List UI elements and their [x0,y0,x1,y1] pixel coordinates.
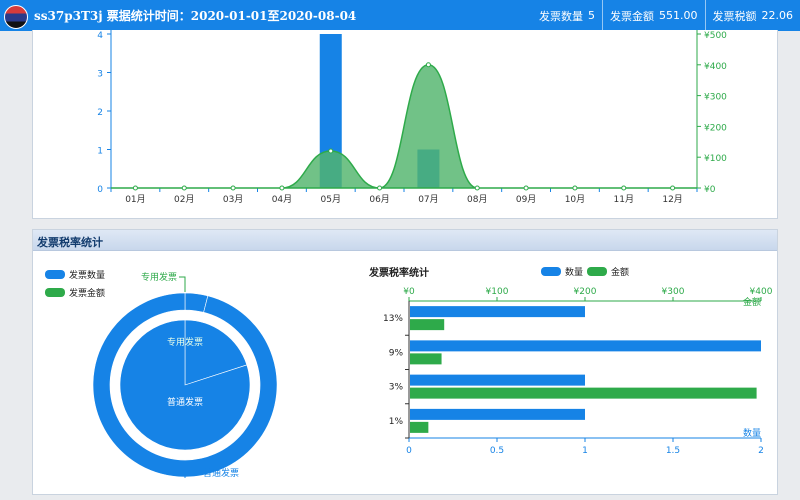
x-tick-label: 10月 [565,194,585,205]
amount-point [572,185,578,191]
logo-icon [4,5,28,29]
legend-swatch-count [45,270,65,279]
callout-label: 专用发票 [141,271,177,283]
amount-point [328,148,334,154]
stat-label: 发票数量 [539,9,583,23]
inner-label: 专用发票 [167,336,203,348]
amount-bar [410,319,445,331]
x-tick-label: 09月 [516,194,536,205]
amount-point [377,185,383,191]
y-tick-label: 1 [97,147,103,157]
y-tick-label: 9% [389,348,404,358]
x-tick-label: 2 [758,446,764,456]
header-bar: ss37p3T3j 票据统计时间：2020-01-01至2020-08-04 发… [0,0,800,31]
amount-point [523,185,529,191]
legend-swatch-amount [45,288,65,297]
tax-rate-panel: 发票税率统计 发票数量 发票金额 专用发票 普通发票 专用发票 普通发票 发票税率统计 数量… [32,229,778,495]
y-tick-label: 0 [97,185,103,195]
amount-point [425,62,431,68]
x-tick-label: 0 [406,446,412,456]
legend-label: 数量 [565,266,583,278]
y-tick-label: 13% [383,314,403,324]
amount-bar [410,421,429,433]
y2-tick-label: ¥300 [704,93,727,103]
y2-tick-label: ¥500 [704,31,727,41]
invoice-type-donut-chart: 发票数量发票金额专用发票普通发票专用发票普通发票 [45,269,278,479]
count-bar [410,340,761,352]
y2-tick-label: ¥0 [704,185,716,195]
amount-point [132,185,138,191]
y-tick-label: 3 [97,70,103,80]
legend-swatch-amount [587,267,607,276]
stat-value: 551.00 [659,9,698,22]
x-tick-label: 05月 [321,194,341,205]
x2-tick-label: ¥400 [750,287,773,297]
header-stats: 发票数量 5 发票金额 551.00 发票税额 22.06 [532,0,800,31]
stat-label: 发票税额 [712,9,757,23]
stat-invoice-amount: 发票金额 551.00 [602,0,705,31]
count-bar [410,306,585,318]
y2-tick-label: ¥400 [704,62,727,72]
monthly-panel: 0 1 2 3 4 ¥0 ¥100 ¥200 ¥300 ¥400 ¥500 01月 02月 03月 04月 0… [32,30,778,219]
x-tick-label: 02月 [174,194,194,205]
x2-tick-label: ¥300 [662,287,685,297]
amount-point [279,185,285,191]
x-tick-label: 12月 [662,194,682,205]
panel-title: 发票税率统计 [37,236,103,249]
panel-title-bar: 发票税率统计 [33,230,777,251]
amount-point [181,185,187,191]
stat-value: 5 [588,9,595,22]
page-title: ss37p3T3j 票据统计时间：2020-01-01至2020-08-04 [34,9,357,23]
legend-label: 发票数量 [69,269,105,281]
x-tick-label: 04月 [272,194,292,205]
amount-point [670,185,676,191]
stat-label: 发票金额 [610,9,654,23]
stat-invoice-tax: 发票税额 22.06 [704,0,800,31]
x-tick-label: 06月 [369,194,389,205]
amount-area [110,64,697,189]
y2-tick-label: ¥100 [704,154,727,164]
amount-point [230,185,236,191]
x2-tick-label: ¥200 [574,287,597,297]
y2-tick-label: ¥200 [704,123,727,133]
legend-label: 发票金额 [69,287,105,299]
tax-rate-bar-chart: 发票税率统计 数量 金额¥0 ¥100 ¥200 ¥300 ¥400金额0 0.5 1 1.5 2数… [368,266,773,456]
callout-label: 普通发票 [203,467,239,479]
count-bar [410,408,585,420]
callout-line [179,276,186,292]
x-tick-label: 08月 [467,194,487,205]
x-tick-label: 07月 [418,194,438,205]
x2-axis-label: 金额 [743,296,761,308]
x-tick-label: 01月 [125,194,145,205]
x2-tick-label: ¥0 [403,287,415,297]
stat-value: 22.06 [761,9,794,22]
x-axis-label: 数量 [743,427,761,439]
x2-tick-label: ¥100 [486,287,509,297]
legend-label: 金额 [611,266,629,278]
x-tick-label: 11月 [614,194,634,205]
chart-title: 发票税率统计 [368,266,429,279]
x-tick-label: 1.5 [666,446,680,456]
amount-bar [410,353,442,365]
x-tick-label: 1 [582,446,588,456]
x-tick-label: 03月 [223,194,243,205]
inner-label: 普通发票 [167,396,203,408]
amount-bar [410,387,757,399]
count-bar [410,374,585,386]
y-tick-label: 3% [389,383,404,393]
legend-swatch-count [541,267,561,276]
y-tick-label: 1% [389,417,404,427]
stat-invoice-count: 发票数量 5 [532,0,602,31]
amount-point [621,185,627,191]
y-tick-label: 4 [97,31,103,41]
y-tick-label: 2 [97,108,103,118]
amount-point [474,185,480,191]
x-tick-label: 0.5 [490,446,504,456]
monthly-chart: 0 1 2 3 4 ¥0 ¥100 ¥200 ¥300 ¥400 ¥500 01月 02月 03月 04月 0… [97,30,727,205]
